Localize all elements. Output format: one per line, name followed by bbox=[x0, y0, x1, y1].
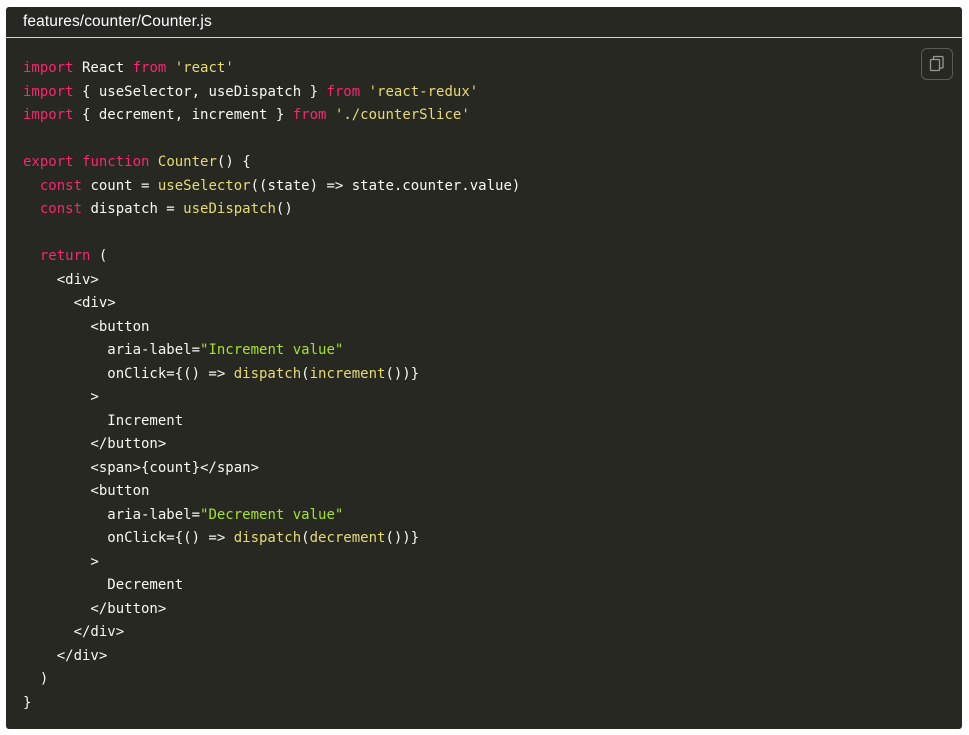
code-token-keyword: export bbox=[23, 154, 74, 170]
code-line: onClick={() => dispatch(increment())} bbox=[23, 363, 520, 387]
code-line: <button bbox=[23, 316, 520, 340]
code-token-plain: ( bbox=[301, 365, 310, 382]
code-token-keyword: from bbox=[132, 60, 167, 76]
code-token-string: './counterSlice' bbox=[334, 107, 470, 123]
code-token-func: dispatch bbox=[233, 530, 302, 546]
code-token-plain: aria-label= bbox=[23, 506, 201, 523]
code-block: features/counter/Counter.js import React… bbox=[6, 7, 962, 729]
code-content: import React from 'react' import { useSel… bbox=[23, 57, 520, 715]
code-line: aria-label="Decrement value" bbox=[23, 504, 520, 528]
copy-button[interactable] bbox=[921, 48, 953, 80]
code-token-keyword: import bbox=[23, 83, 74, 100]
code-token-plain: ((state) => state.counter.value) bbox=[250, 177, 521, 194]
code-token-plain: } bbox=[23, 694, 32, 711]
code-token-plain: React bbox=[73, 60, 133, 76]
code-token-plain: ( bbox=[301, 530, 310, 546]
code-token-plain: dispatch = bbox=[82, 201, 184, 217]
code-token-plain: Increment bbox=[23, 412, 184, 429]
code-line: return ( bbox=[23, 245, 520, 269]
code-token-plain: () { bbox=[216, 154, 251, 170]
code-line: <button bbox=[23, 480, 520, 504]
code-line: </div> bbox=[23, 645, 520, 669]
copy-icon bbox=[928, 55, 946, 73]
code-token-attrstr: "Decrement value" bbox=[200, 506, 344, 523]
code-token-plain: aria-label= bbox=[23, 342, 201, 358]
code-line: ) bbox=[23, 668, 520, 692]
code-line: </div> bbox=[23, 621, 520, 645]
code-token-plain: Decrement bbox=[23, 577, 184, 593]
code-token-plain: ())} bbox=[385, 365, 420, 382]
code-block-title-bar: features/counter/Counter.js bbox=[6, 7, 962, 38]
code-line: > bbox=[23, 386, 520, 410]
code-line: } bbox=[23, 692, 520, 716]
code-token-keyword: import bbox=[23, 60, 74, 76]
code-token-plain: ( bbox=[90, 248, 108, 264]
code-token-plain: () bbox=[275, 201, 293, 217]
code-line: <div> bbox=[23, 292, 520, 316]
code-line: const dispatch = useDispatch() bbox=[23, 198, 520, 222]
code-token-plain: <button bbox=[23, 318, 150, 335]
code-token-plain: <div> bbox=[23, 295, 116, 311]
code-token-plain: </button> bbox=[23, 600, 167, 617]
code-token-plain: onClick={() => bbox=[23, 365, 234, 382]
code-token-keyword: import bbox=[23, 107, 74, 123]
code-token-plain: <div> bbox=[23, 271, 99, 288]
code-line: </button> bbox=[23, 433, 520, 457]
code-token-plain: </div> bbox=[23, 624, 125, 640]
code-token-func: Counter bbox=[157, 154, 217, 170]
code-token-func: decrement bbox=[309, 530, 386, 546]
code-token-keyword: from bbox=[326, 83, 361, 100]
code-token-keyword: return bbox=[39, 248, 91, 264]
code-token-plain: onClick={() => bbox=[23, 530, 234, 546]
code-token-plain: { decrement, increment } bbox=[73, 107, 293, 123]
code-line: import { decrement, increment } from './… bbox=[23, 104, 520, 128]
code-token-plain: { useSelector, useDispatch } bbox=[73, 83, 327, 100]
code-token-func: useDispatch bbox=[183, 201, 276, 217]
code-line: aria-label="Increment value" bbox=[23, 339, 520, 363]
code-token-keyword: from bbox=[292, 107, 327, 123]
code-token-keyword: const bbox=[39, 177, 83, 194]
code-token-plain: <span>{count}</span> bbox=[23, 459, 260, 476]
code-token-plain: > bbox=[23, 389, 99, 405]
code-token-plain: ) bbox=[23, 671, 49, 687]
code-token-plain: count = bbox=[82, 177, 158, 194]
code-line: export function Counter() { bbox=[23, 151, 520, 175]
file-name: features/counter/Counter.js bbox=[23, 13, 212, 30]
code-token-func: useSelector bbox=[157, 177, 251, 194]
code-line: <div> bbox=[23, 269, 520, 293]
code-line: import { useSelector, useDispatch } from… bbox=[23, 81, 520, 105]
code-token-plain: > bbox=[23, 553, 99, 570]
code-token-func: increment bbox=[309, 365, 386, 382]
code-token-plain: </div> bbox=[23, 647, 108, 664]
code-token-plain: ())} bbox=[385, 530, 420, 546]
code-line: Increment bbox=[23, 410, 520, 434]
code-line: const count = useSelector((state) => sta… bbox=[23, 175, 520, 199]
code-line: <span>{count}</span> bbox=[23, 457, 520, 481]
code-line: Decrement bbox=[23, 574, 520, 598]
code-token-string: 'react' bbox=[174, 60, 234, 76]
code-token-string: 'react-redux' bbox=[368, 83, 479, 100]
code-token-plain: </button> bbox=[23, 436, 167, 452]
code-token-func: dispatch bbox=[233, 365, 302, 382]
code-token-attrstr: "Increment value" bbox=[200, 342, 344, 358]
code-line: </button> bbox=[23, 598, 520, 622]
code-line: > bbox=[23, 551, 520, 575]
code-line: import React from 'react' bbox=[23, 57, 520, 81]
code-token-keyword: const bbox=[39, 201, 83, 217]
code-token-keyword: function bbox=[82, 154, 150, 170]
code-line: onClick={() => dispatch(decrement())} bbox=[23, 527, 520, 551]
code-token-plain: <button bbox=[23, 483, 150, 499]
